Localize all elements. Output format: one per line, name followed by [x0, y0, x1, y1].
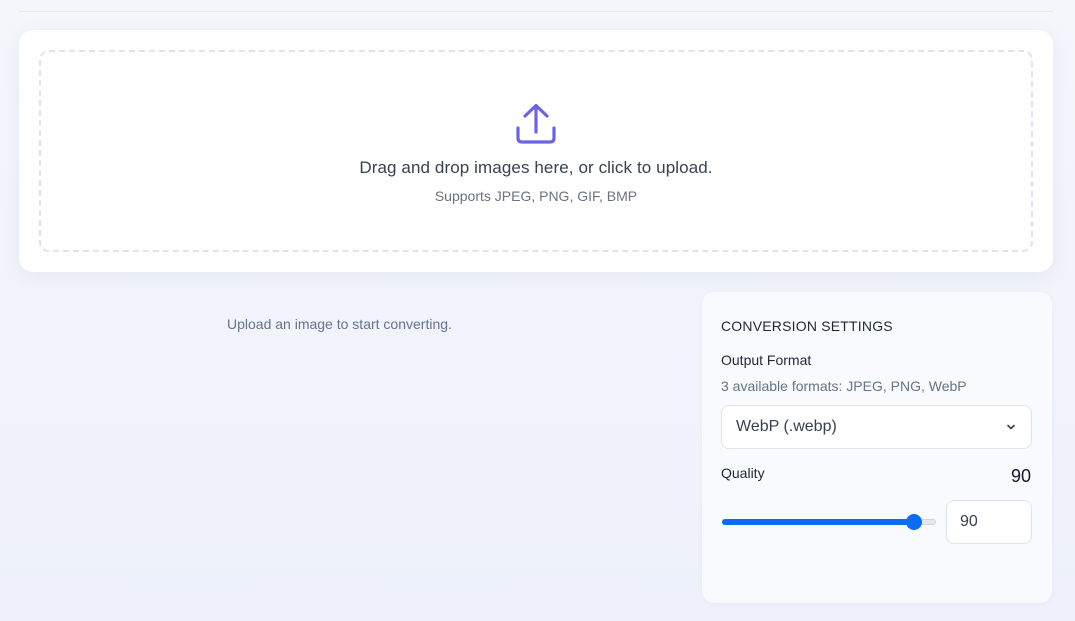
quality-slider-fill: [722, 519, 915, 525]
settings-title: CONVERSION SETTINGS: [721, 318, 893, 334]
empty-state-message: Upload an image to start converting.: [227, 316, 452, 332]
quality-slider[interactable]: [722, 514, 936, 530]
quality-value-display: 90: [1010, 466, 1031, 486]
upload-dropzone[interactable]: Drag and drop images here, or click to u…: [39, 50, 1033, 252]
quality-number-input[interactable]: [946, 500, 1032, 544]
upload-supported-formats: Supports JPEG, PNG, GIF, BMP: [434, 188, 638, 204]
conversion-settings-panel: CONVERSION SETTINGS Output Format 3 avai…: [702, 292, 1052, 603]
upload-card: Drag and drop images here, or click to u…: [19, 30, 1053, 272]
page: Drag and drop images here, or click to u…: [0, 0, 1075, 621]
quality-slider-thumb[interactable]: [906, 514, 923, 530]
quality-label: Quality: [721, 465, 765, 481]
chevron-down-icon: [1007, 424, 1015, 430]
output-format-select[interactable]: WebP (.webp): [721, 405, 1032, 449]
upload-icon: [516, 103, 556, 144]
output-format-label: Output Format: [721, 352, 812, 368]
output-format-hint: 3 available formats: JPEG, PNG, WebP: [721, 378, 967, 394]
top-divider: [19, 11, 1053, 12]
output-format-selected-value: WebP (.webp): [736, 418, 837, 435]
upload-title: Drag and drop images here, or click to u…: [359, 158, 713, 177]
